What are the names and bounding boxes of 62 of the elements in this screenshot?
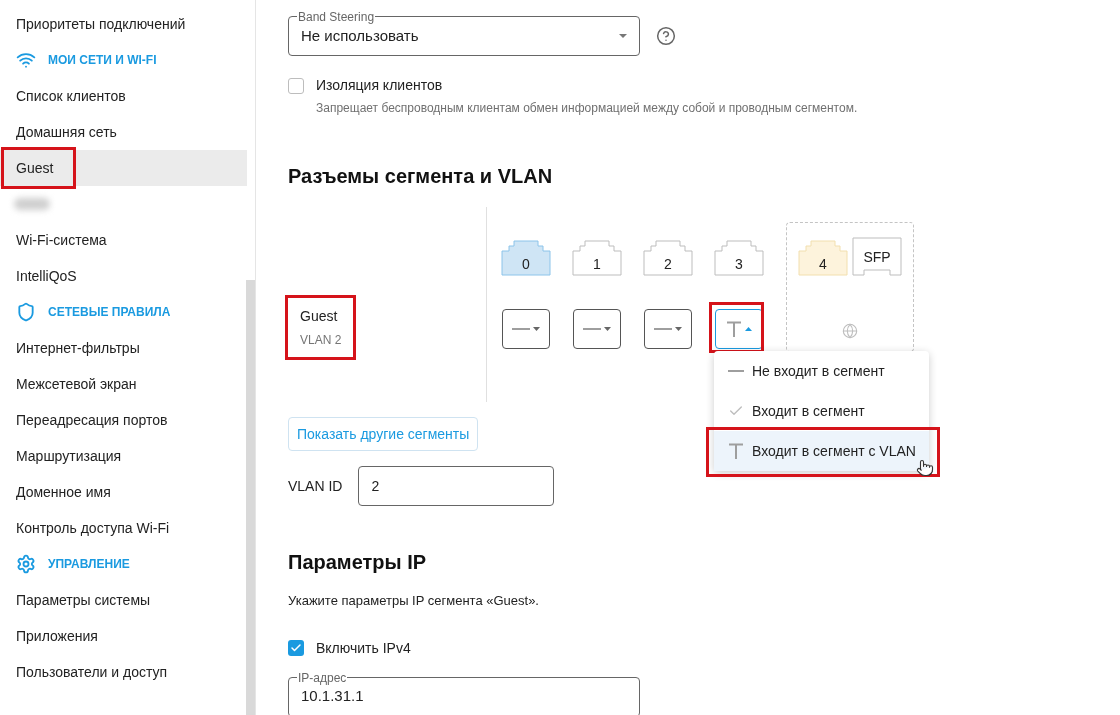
dash-icon: [728, 370, 744, 372]
description-text: Укажите параметры IP сегмента «Guest».: [288, 592, 540, 610]
description-text: Запрещает беспроводным клиентам обмен информацией между собой и проводным сегментом.: [315, 100, 859, 117]
port-mode-select[interactable]: [644, 309, 692, 349]
check-icon: [290, 642, 302, 654]
help-icon[interactable]: [656, 26, 676, 46]
port-mode-select[interactable]: [573, 309, 621, 349]
sidebar-item[interactable]: Домашняя сеть: [0, 114, 247, 150]
section-heading: МОИ СЕТИ И WI-FI: [48, 52, 157, 69]
blurred-text: [14, 198, 50, 210]
section-heading: СЕТЕВЫЕ ПРАВИЛА: [48, 304, 171, 321]
caret-down-icon: [619, 34, 627, 38]
sidebar-item[interactable]: Wi-Fi-система: [0, 222, 247, 258]
checkbox[interactable]: [288, 77, 304, 94]
sidebar-item[interactable]: Доменное имя: [0, 474, 247, 510]
field-label: VLAN ID: [288, 476, 343, 496]
section-title: Параметры IP: [288, 550, 428, 575]
sidebar-item[interactable]: Переадресация портов: [0, 402, 247, 438]
shield-icon: [16, 302, 36, 322]
dash-icon: [512, 328, 530, 330]
port-icon[interactable]: 2: [643, 237, 693, 277]
sidebar-item[interactable]: Приложения: [0, 618, 247, 654]
menu-item[interactable]: Не входит в сегмент: [714, 351, 929, 391]
port-icon[interactable]: 4: [798, 237, 848, 277]
section-title: Разъемы сегмента и VLAN: [288, 164, 554, 189]
caret-down-icon: [533, 327, 540, 331]
dash-icon: [583, 328, 601, 330]
sidebar-item[interactable]: Интернет-фильтры: [0, 330, 247, 366]
port-icon[interactable]: 0: [501, 237, 551, 277]
sidebar-item[interactable]: Межсетевой экран: [0, 366, 247, 402]
port-mode-select[interactable]: [715, 309, 763, 349]
checkbox-label: Изоляция клиентов: [316, 76, 443, 95]
sfp-port-icon[interactable]: SFP: [852, 237, 902, 277]
caret-down-icon: [604, 327, 611, 331]
sidebar-item[interactable]: Приоритеты подключений: [0, 6, 247, 42]
sidebar-item[interactable]: Маршрутизация: [0, 438, 247, 474]
menu-item[interactable]: Входит в сегмент: [714, 391, 929, 431]
port-icon[interactable]: 3: [714, 237, 764, 277]
t-bar-icon: [728, 443, 744, 459]
checkbox-label: Включить IPv4: [316, 638, 411, 658]
port-mode-select[interactable]: [502, 309, 550, 349]
segment-label: Guest VLAN 2: [285, 294, 357, 360]
section-heading: УПРАВЛЕНИЕ: [48, 556, 130, 573]
checkbox[interactable]: [288, 640, 304, 656]
vlan-id-field[interactable]: 2: [358, 466, 555, 506]
t-bar-icon: [726, 321, 742, 337]
sidebar-item[interactable]: IntelliQoS: [0, 258, 247, 294]
sidebar-item[interactable]: Guest: [0, 150, 247, 186]
sidebar-item[interactable]: Контроль доступа Wi-Fi: [0, 510, 247, 546]
globe-icon: [842, 323, 858, 339]
sidebar-item[interactable]: Список клиентов: [0, 78, 247, 114]
port-icon[interactable]: 1: [572, 237, 622, 277]
sidebar-item[interactable]: Параметры системы: [0, 582, 247, 618]
sidebar-item[interactable]: Пользователи и доступ: [0, 654, 247, 690]
scrollbar[interactable]: [246, 280, 255, 715]
hand-cursor-icon: [916, 459, 934, 477]
caret-down-icon: [675, 327, 682, 331]
caret-up-icon: [745, 327, 752, 331]
dash-icon: [654, 328, 672, 330]
wifi-icon: [16, 50, 36, 70]
menu-item[interactable]: Входит в сегмент с VLAN: [714, 431, 929, 471]
settings-icon: [16, 554, 36, 574]
